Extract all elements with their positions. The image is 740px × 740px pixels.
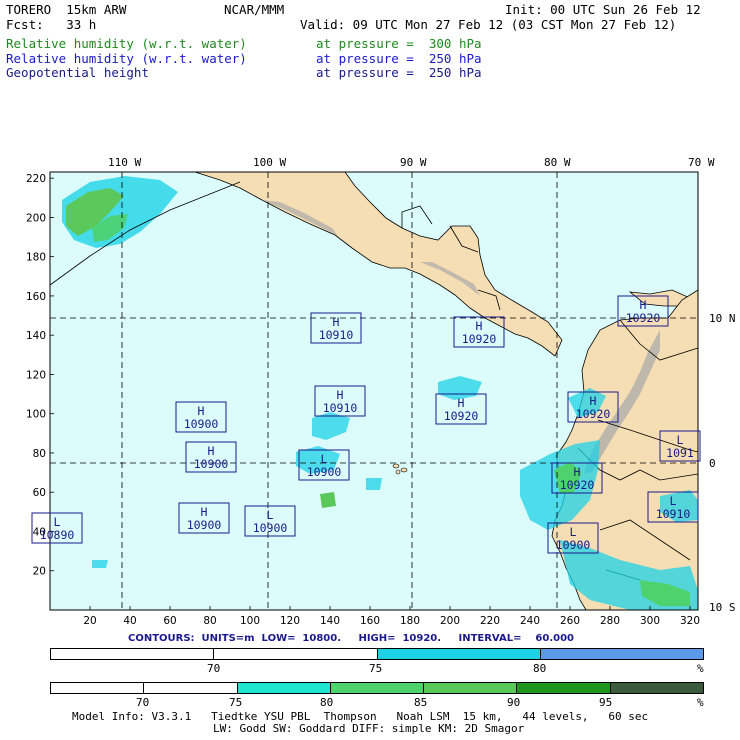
- lon-label-90w: 90 W: [400, 156, 427, 169]
- y-tick-label: 180: [26, 252, 46, 264]
- center-type: H: [208, 444, 215, 458]
- x-tick-label: 40: [123, 615, 136, 627]
- colorbar-swatch: [214, 649, 378, 659]
- colorbar-label: 80: [320, 696, 334, 709]
- x-tick-label: 140: [320, 615, 340, 627]
- contours-units: UNITS=m: [201, 633, 255, 644]
- colorbar-300hpa: [50, 682, 704, 694]
- y-tick-label: 20: [33, 566, 46, 578]
- colorbar-swatch: [330, 683, 425, 693]
- center-value: 10900: [187, 518, 222, 532]
- y-tick-label: 160: [26, 291, 46, 303]
- center-value: 10920: [576, 407, 611, 421]
- center-value: 10900: [556, 538, 591, 552]
- lat-label-10s: 10 S: [709, 601, 736, 614]
- footer-physics-info: LW: Godd SW: Goddard DIFF: simple KM: 2D…: [213, 722, 525, 735]
- y-tick-label: 60: [33, 487, 46, 499]
- x-tick-label: 220: [480, 615, 500, 627]
- center-type: L: [267, 508, 274, 522]
- y-tick-label: 200: [26, 212, 46, 224]
- contours-high: HIGH= 10920.: [358, 633, 442, 644]
- x-tick-label: 100: [240, 615, 260, 627]
- colorbar-swatch: [610, 683, 703, 693]
- center-value: 10920: [462, 332, 497, 346]
- lat-label-10n: 10 N: [709, 312, 736, 325]
- lon-label-110w: 110 W: [108, 156, 142, 169]
- center-type: H: [198, 404, 205, 418]
- center-value: 10900: [253, 521, 288, 535]
- x-tick-label: 20: [83, 615, 96, 627]
- contours-interval: INTERVAL= 60.000: [458, 633, 574, 644]
- colorbar-swatch: [540, 649, 703, 659]
- colorbar-label: 70: [136, 696, 150, 709]
- center-type: L: [321, 452, 328, 466]
- center-type: L: [54, 515, 61, 529]
- x-tick-label: 180: [400, 615, 420, 627]
- y-tick-label: 120: [26, 369, 46, 381]
- x-tick-label: 120: [280, 615, 300, 627]
- y-tick-label: 80: [33, 448, 46, 460]
- center-type: H: [458, 396, 465, 410]
- y-tick-label: 140: [26, 330, 46, 342]
- colorbar-250hpa: [50, 648, 704, 660]
- center-value: 10900: [307, 465, 342, 479]
- x-tick-label: 260: [560, 615, 580, 627]
- colorbar-label: 75: [369, 662, 383, 675]
- center-value: 10920: [444, 409, 479, 423]
- center-type: H: [201, 505, 208, 519]
- lat-label-0: 0: [709, 457, 716, 470]
- weather-map: 2202001801601401201008060402020 40 60 80 100…: [26, 171, 701, 627]
- x-tick-label: 160: [360, 615, 380, 627]
- colorbar-swatch: [51, 683, 145, 693]
- center-type: H: [476, 319, 483, 333]
- center-value: 10900: [194, 457, 229, 471]
- contours-info: CONTOURS: UNITS=m LOW= 10800. HIGH= 1092…: [128, 633, 574, 644]
- colorbar-label: 85: [414, 696, 428, 709]
- lon-label-80w: 80 W: [544, 156, 571, 169]
- center-value: 1091: [666, 446, 694, 460]
- center-type: H: [640, 298, 647, 312]
- x-tick-label: 300: [640, 615, 660, 627]
- colorbar-label: %: [697, 696, 704, 709]
- colorbar-label: 80: [533, 662, 547, 675]
- x-tick-label: 280: [600, 615, 620, 627]
- colorbar-label: 90: [507, 696, 521, 709]
- center-value: 10910: [319, 328, 354, 342]
- center-value: 10900: [184, 417, 219, 431]
- colorbar-swatch: [144, 683, 238, 693]
- y-tick-label: 220: [26, 173, 46, 185]
- contours-label: CONTOURS:: [128, 633, 195, 644]
- colorbar-swatch: [377, 649, 541, 659]
- center-value: 10910: [323, 401, 358, 415]
- contours-low: LOW= 10800.: [261, 633, 342, 644]
- center-type: H: [337, 388, 344, 402]
- colorbar-label: 75: [229, 696, 243, 709]
- x-tick-label: 60: [163, 615, 176, 627]
- center-type: H: [590, 394, 597, 408]
- center-value: 10920: [626, 311, 661, 325]
- colorbar-swatch: [517, 683, 611, 693]
- center-type: L: [677, 433, 684, 447]
- center-value: 10910: [656, 507, 691, 521]
- colorbar-swatch: [51, 649, 215, 659]
- colorbar-swatch: [424, 683, 518, 693]
- x-tick-label: 240: [520, 615, 540, 627]
- x-tick-label: 200: [440, 615, 460, 627]
- lon-label-70w: 70 W: [688, 156, 715, 169]
- center-type: H: [574, 465, 581, 479]
- center-value: 10890: [40, 528, 75, 542]
- x-tick-label: 80: [203, 615, 216, 627]
- colorbar-label: 70: [207, 662, 221, 675]
- y-tick-label: 100: [26, 409, 46, 421]
- center-type: H: [333, 315, 340, 329]
- center-type: L: [670, 494, 677, 508]
- center-value: 10920: [560, 478, 595, 492]
- center-type: L: [570, 525, 577, 539]
- colorbar-label: 95: [599, 696, 613, 709]
- colorbar-swatch: [237, 683, 331, 693]
- lon-label-100w: 100 W: [253, 156, 287, 169]
- x-tick-label: 320: [680, 615, 700, 627]
- colorbar-label: %: [697, 662, 704, 675]
